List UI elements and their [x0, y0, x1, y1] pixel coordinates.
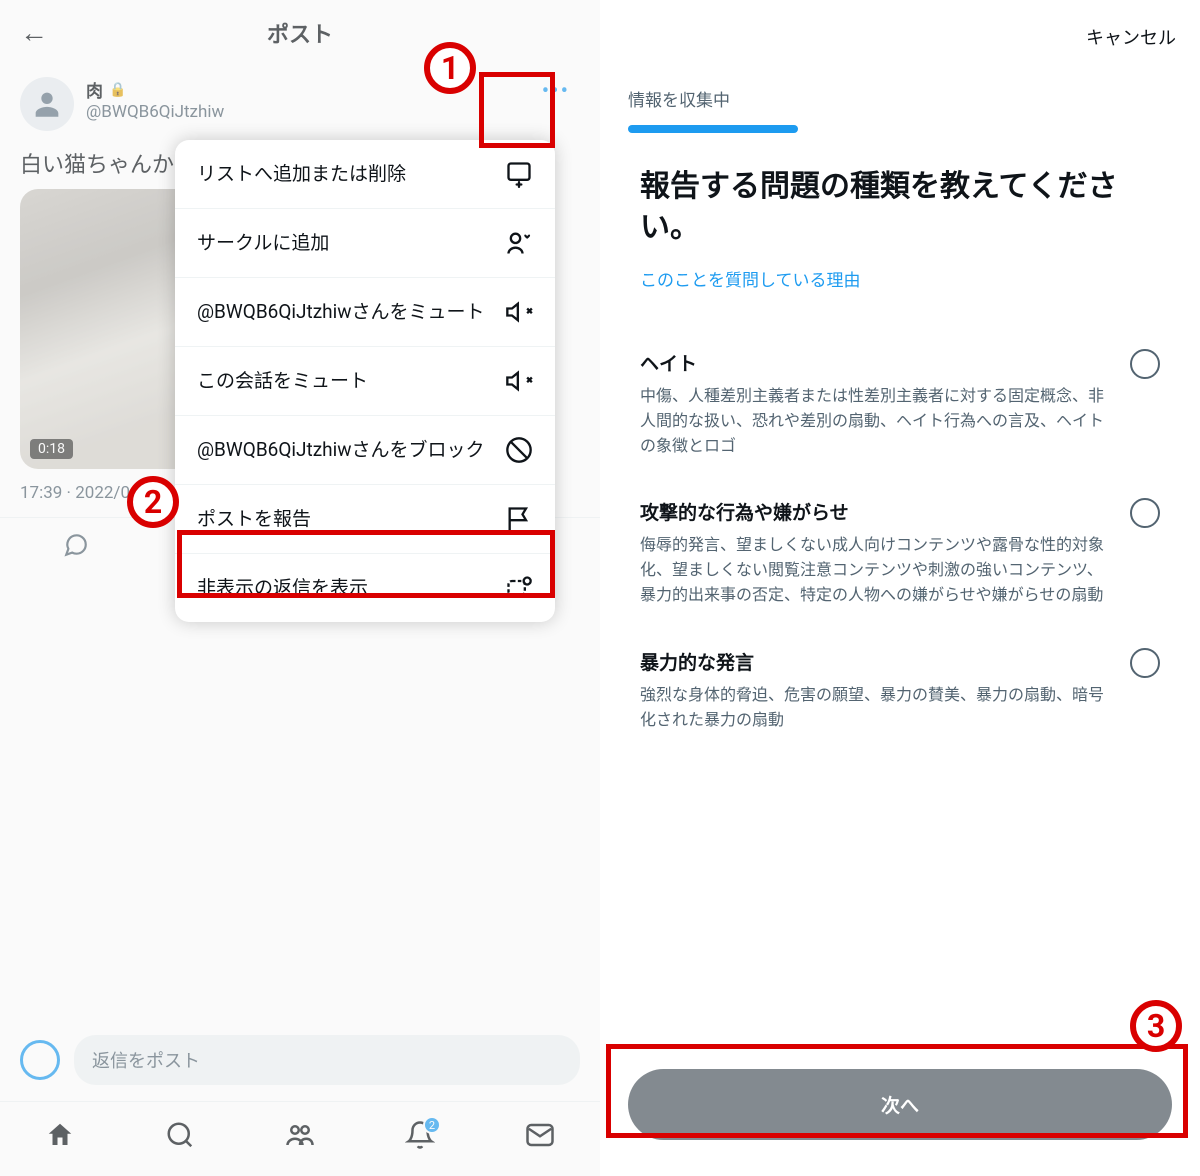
reason-link[interactable]: このことを質問している理由: [600, 248, 1200, 309]
dropdown-mute-user[interactable]: @BWQB6QiJtzhiwさんをミュート: [175, 277, 555, 346]
notification-badge: 2: [423, 1116, 441, 1134]
more-options-button[interactable]: •••: [532, 77, 580, 106]
option-desc: 中傷、人種差別主義者または性差別主義者に対する固定概念、非人間的な扱い、恐れや差…: [640, 384, 1110, 458]
nav-messages-icon[interactable]: [525, 1120, 555, 1150]
left-header: ← ポスト: [0, 0, 600, 65]
avatar[interactable]: [20, 77, 74, 131]
radio-unchecked-icon[interactable]: [1130, 498, 1160, 528]
option-title: ヘイト: [640, 349, 1110, 376]
report-option-harassment[interactable]: 攻撃的な行為や嫌がらせ 侮辱的発言、望ましくない成人向けコンテンツや露骨な性的対…: [640, 478, 1160, 627]
reply-icon[interactable]: [63, 532, 89, 558]
report-option-hate[interactable]: ヘイト 中傷、人種差別主義者または性差別主義者に対する固定概念、非人間的な扱い、…: [640, 329, 1160, 478]
page-title: ポスト: [48, 17, 552, 49]
cancel-button[interactable]: キャンセル: [1086, 24, 1176, 50]
dropdown-mute-conversation[interactable]: この会話をミュート: [175, 346, 555, 415]
dropdown-block-user[interactable]: @BWQB6QiJtzhiwさんをブロック: [175, 415, 555, 484]
nav-community-icon[interactable]: [285, 1120, 315, 1150]
option-desc: 強烈な身体的脅迫、危害の願望、暴力の賛美、暴力の扇動、暗号化された暴力の扇動: [640, 683, 1110, 733]
dropdown-report-post[interactable]: ポストを報告: [175, 484, 555, 553]
block-icon: [505, 436, 533, 464]
nav-notifications-icon[interactable]: 2: [405, 1120, 435, 1150]
video-duration: 0:18: [30, 439, 73, 459]
lock-icon: 🔒: [109, 82, 126, 98]
dropdown-add-circle[interactable]: サークルに追加: [175, 208, 555, 277]
mute-icon: [505, 298, 533, 326]
option-desc: 侮辱的発言、望ましくない成人向けコンテンツや露骨な性的対象化、望ましくない閲覧注…: [640, 533, 1110, 607]
progress-bar: [628, 125, 798, 133]
user-handle: @BWQB6QiJtzhiw: [86, 102, 532, 122]
report-option-violence[interactable]: 暴力的な発言 強烈な身体的脅迫、危害の願望、暴力の賛美、暴力の扇動、暗号化された…: [640, 628, 1160, 753]
bottom-nav: 2: [0, 1101, 600, 1176]
flag-icon: [505, 505, 533, 533]
back-arrow-icon[interactable]: ←: [20, 16, 48, 49]
reply-composer: 返信をポスト: [0, 1019, 600, 1101]
reply-input[interactable]: 返信をポスト: [74, 1035, 580, 1085]
progress-label: 情報を収集中: [600, 86, 1200, 111]
dropdown-add-remove-list[interactable]: リストへ追加または削除: [175, 140, 555, 208]
nav-home-icon[interactable]: [45, 1120, 75, 1150]
radio-unchecked-icon[interactable]: [1130, 648, 1160, 678]
mute-icon: [505, 367, 533, 395]
radio-unchecked-icon[interactable]: [1130, 349, 1160, 379]
annotation-marker: 3: [1130, 1000, 1182, 1052]
option-title: 攻撃的な行為や嫌がらせ: [640, 498, 1110, 525]
dropdown-show-hidden-replies[interactable]: 非表示の返信を表示: [175, 553, 555, 622]
report-heading: 報告する問題の種類を教えてください。: [600, 167, 1200, 248]
hidden-replies-icon: [505, 574, 533, 602]
composer-avatar[interactable]: [20, 1040, 60, 1080]
display-name: 肉: [86, 77, 103, 102]
person-icon: [30, 87, 64, 121]
list-add-icon: [505, 160, 533, 188]
next-button[interactable]: 次へ: [628, 1069, 1172, 1140]
option-title: 暴力的な発言: [640, 648, 1110, 675]
person-heart-icon: [505, 229, 533, 257]
nav-search-icon[interactable]: [165, 1120, 195, 1150]
post-author-row: 肉 🔒 @BWQB6QiJtzhiw •••: [0, 65, 600, 143]
post-options-dropdown: リストへ追加または削除 サークルに追加 @BWQB6QiJtzhiwさんをミュー…: [175, 140, 555, 622]
